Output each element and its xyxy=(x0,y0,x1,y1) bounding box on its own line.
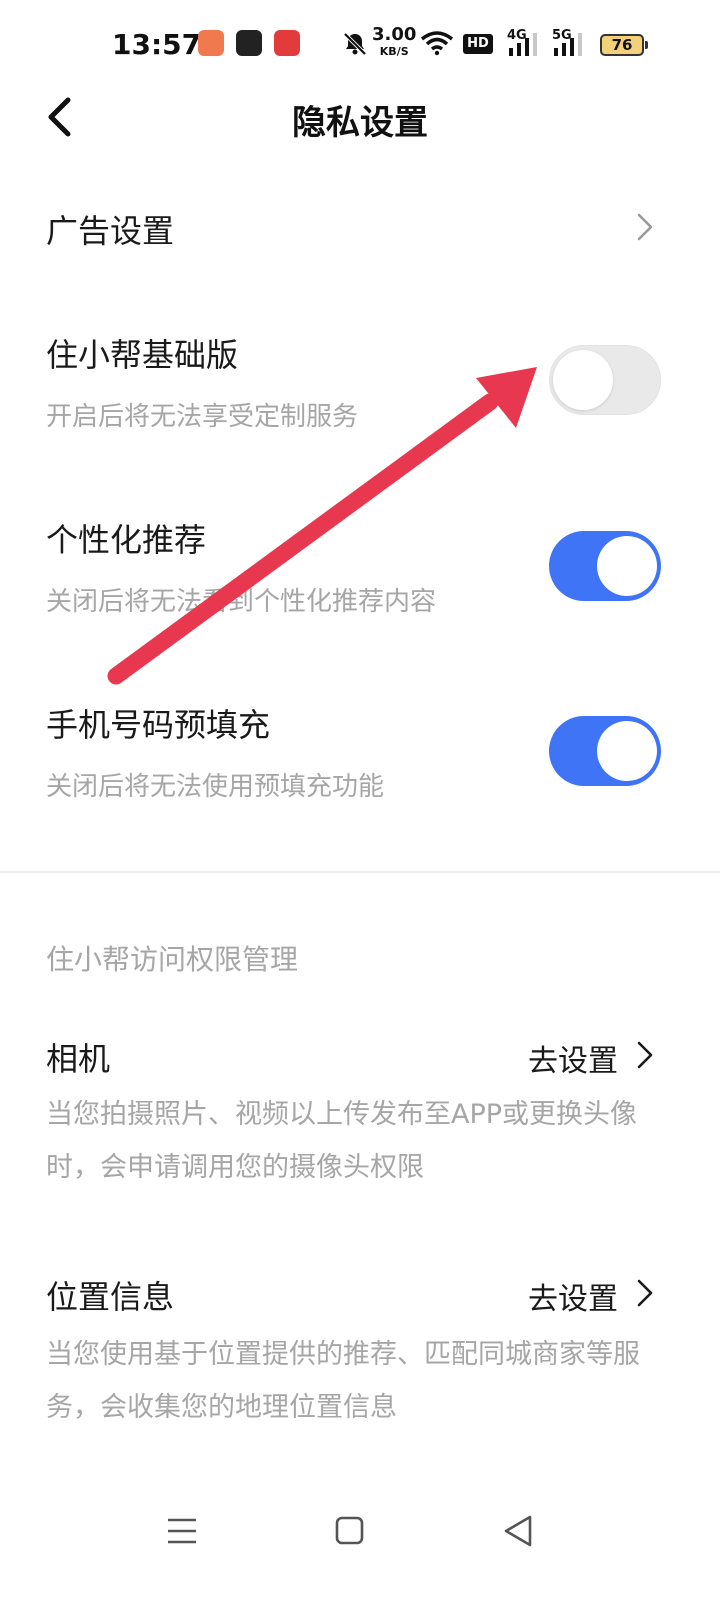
go-settings-link[interactable]: 去设置 xyxy=(528,1274,618,1318)
row-description: 当您拍摄照片、视频以上传发布至APP或更换头像时，会申请调用您的摄像头权限 xyxy=(46,1099,638,1183)
camera-permission-row[interactable]: 相机 去设置 当您拍摄照片、视频以上传发布至APP或更换头像时，会申请调用您的摄… xyxy=(0,1020,720,1200)
row-title: 住小帮基础版 xyxy=(46,336,239,374)
home-icon[interactable] xyxy=(320,1500,380,1560)
personalized-recommend-toggle[interactable] xyxy=(549,531,661,601)
row-title: 手机号码预填充 xyxy=(46,706,271,744)
go-settings-link[interactable]: 去设置 xyxy=(528,1036,618,1080)
back-triangle-icon[interactable] xyxy=(490,1500,550,1560)
row-title: 相机 xyxy=(46,1040,111,1078)
permissions-section-title: 住小帮访问权限管理 xyxy=(46,943,299,976)
wifi-icon xyxy=(420,31,454,56)
hd-voice-badge: HD xyxy=(463,34,493,54)
page-title: 隐私设置 xyxy=(292,103,428,143)
phone-prefill-row: 手机号码预填充 关闭后将无法使用预填充功能 xyxy=(0,690,720,820)
mute-bell-icon xyxy=(343,32,367,56)
row-description: 当您使用基于位置提供的推荐、匹配同城商家等服务，会收集您的地理位置信息 xyxy=(46,1339,640,1423)
row-title: 个性化推荐 xyxy=(46,521,207,559)
row-description: 关闭后将无法看到个性化推荐内容 xyxy=(46,587,437,617)
chevron-right-icon xyxy=(637,1041,653,1069)
app-notification-icon xyxy=(274,30,300,56)
toggle-knob xyxy=(597,721,657,781)
chevron-right-icon xyxy=(637,213,653,241)
network-speed: 3.00 KB/S xyxy=(372,24,417,59)
location-permission-row[interactable]: 位置信息 去设置 当您使用基于位置提供的推荐、匹配同城商家等服务，会收集您的地理… xyxy=(0,1258,720,1438)
personalized-recommend-row: 个性化推荐 关闭后将无法看到个性化推荐内容 xyxy=(0,505,720,635)
row-title: 广告设置 xyxy=(46,212,175,250)
status-time: 13:57 xyxy=(112,28,202,61)
app-notification-icon xyxy=(198,30,224,56)
basic-version-toggle[interactable] xyxy=(549,345,661,415)
app-notification-icon xyxy=(236,30,262,56)
chevron-right-icon xyxy=(637,1279,653,1307)
row-description: 关闭后将无法使用预填充功能 xyxy=(46,772,385,802)
menu-icon[interactable] xyxy=(152,1500,212,1560)
phone-prefill-toggle[interactable] xyxy=(549,716,661,786)
system-navigation-bar xyxy=(0,1480,720,1580)
section-divider xyxy=(0,871,720,873)
row-title: 位置信息 xyxy=(46,1278,175,1316)
signal-strength-icon xyxy=(554,33,582,56)
page-header: 隐私设置 xyxy=(0,90,720,150)
row-description: 开启后将无法享受定制服务 xyxy=(46,402,359,432)
ad-settings-row[interactable]: 广告设置 xyxy=(0,190,720,270)
battery-icon: 76 xyxy=(600,34,648,56)
signal-strength-icon xyxy=(509,33,537,56)
toggle-knob xyxy=(553,350,613,410)
toggle-knob xyxy=(597,536,657,596)
basic-version-row: 住小帮基础版 开启后将无法享受定制服务 xyxy=(0,320,720,450)
status-bar: 13:57 3.00 KB/S HD 4G 5G 76 xyxy=(0,0,720,90)
